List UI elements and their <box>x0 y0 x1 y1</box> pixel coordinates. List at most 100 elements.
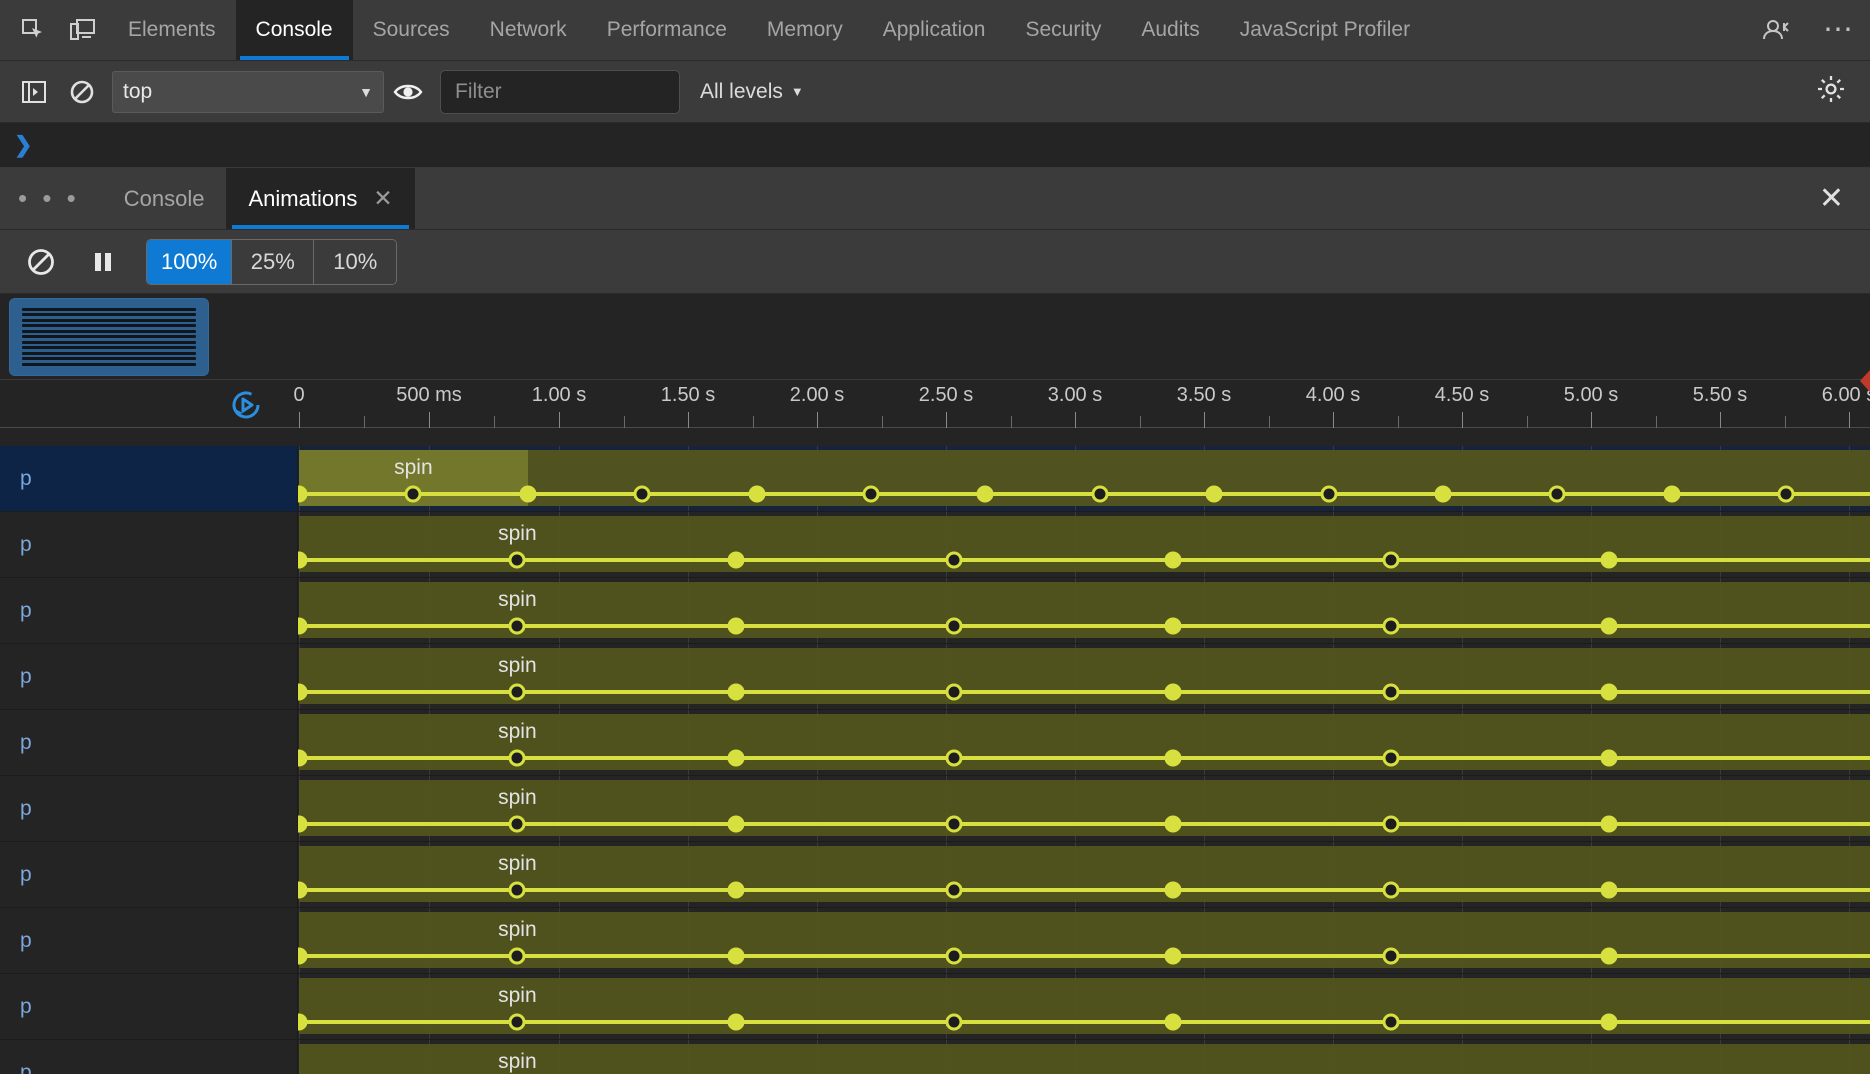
tab-audits[interactable]: Audits <box>1121 0 1219 60</box>
keyframe-dot[interactable] <box>404 485 422 503</box>
keyframe-dot[interactable] <box>1663 485 1681 503</box>
filter-input[interactable]: Filter <box>440 69 680 114</box>
speed-10-button[interactable]: 10% <box>314 239 397 284</box>
keyframe-dot[interactable] <box>945 551 963 569</box>
animation-track[interactable]: spin <box>298 842 1870 907</box>
keyframe-dot[interactable] <box>508 551 526 569</box>
keyframe-dot[interactable] <box>508 617 526 635</box>
keyframe-dot[interactable] <box>508 947 526 965</box>
clear-animations-icon[interactable] <box>10 236 72 288</box>
keyframe-dot[interactable] <box>1600 551 1618 569</box>
animation-track[interactable]: spin <box>298 578 1870 643</box>
keyframe-dot[interactable] <box>1164 815 1182 833</box>
pause-icon[interactable] <box>72 236 134 288</box>
animation-track[interactable]: spin <box>298 512 1870 577</box>
user-account-icon[interactable] <box>1746 18 1808 42</box>
animation-row[interactable]: p spin <box>0 644 1870 710</box>
keyframe-dot[interactable] <box>1382 881 1400 899</box>
keyframe-dot[interactable] <box>945 683 963 701</box>
keyframe-dot[interactable] <box>727 881 745 899</box>
close-icon[interactable]: ✕ <box>373 185 392 212</box>
keyframe-dot[interactable] <box>1164 881 1182 899</box>
tab-javascript-profiler[interactable]: JavaScript Profiler <box>1220 0 1430 60</box>
keyframe-dot[interactable] <box>1600 1013 1618 1031</box>
animation-node-label[interactable]: p <box>0 974 298 1039</box>
keyframe-dot[interactable] <box>1164 1013 1182 1031</box>
keyframe-dot[interactable] <box>1164 749 1182 767</box>
keyframe-dot[interactable] <box>727 683 745 701</box>
tab-console[interactable]: Console <box>235 0 353 60</box>
keyframe-dot[interactable] <box>1164 551 1182 569</box>
tab-network[interactable]: Network <box>470 0 587 60</box>
live-expression-icon[interactable] <box>384 68 432 116</box>
animation-row[interactable]: p spin <box>0 446 1870 512</box>
keyframe-dot[interactable] <box>1164 947 1182 965</box>
keyframe-dot[interactable] <box>727 617 745 635</box>
device-toolbar-icon[interactable] <box>58 0 108 60</box>
keyframe-dot[interactable] <box>945 749 963 767</box>
animation-track[interactable]: spin <box>298 1040 1870 1074</box>
keyframe-dot[interactable] <box>1600 881 1618 899</box>
speed-25-button[interactable]: 25% <box>232 239 315 284</box>
tab-security[interactable]: Security <box>1005 0 1121 60</box>
animation-node-label[interactable]: p <box>0 710 298 775</box>
keyframe-dot[interactable] <box>945 881 963 899</box>
animation-row[interactable]: p spin <box>0 1040 1870 1074</box>
keyframe-dot[interactable] <box>727 947 745 965</box>
keyframe-dot[interactable] <box>1205 485 1223 503</box>
timeline-ruler[interactable]: 0 500 ms 1.00 s 1.50 s 2.00 s 2.50 s 3.00 s 3.5… <box>0 380 1870 428</box>
close-drawer-button[interactable]: ✕ <box>1793 168 1870 229</box>
keyframe-dot[interactable] <box>1777 485 1795 503</box>
tab-application[interactable]: Application <box>863 0 1006 60</box>
animation-group-preview[interactable] <box>10 298 208 375</box>
animation-track[interactable]: spin <box>298 446 1870 511</box>
clear-console-icon[interactable] <box>58 68 106 116</box>
keyframe-dot[interactable] <box>633 485 651 503</box>
animation-track[interactable]: spin <box>298 908 1870 973</box>
keyframe-dot[interactable] <box>508 881 526 899</box>
keyframe-dot[interactable] <box>508 749 526 767</box>
keyframe-dot[interactable] <box>508 1013 526 1031</box>
keyframe-dot[interactable] <box>1548 485 1566 503</box>
keyframe-dot[interactable] <box>1382 815 1400 833</box>
animation-row[interactable]: p spin <box>0 578 1870 644</box>
animation-node-label[interactable]: p <box>0 908 298 973</box>
keyframe-dot[interactable] <box>1600 947 1618 965</box>
drawer-tab-animations[interactable]: Animations ✕ <box>226 168 415 229</box>
drawer-tab-console[interactable]: Console <box>102 168 227 229</box>
console-prompt[interactable]: ❯ <box>0 123 1870 168</box>
animation-track[interactable]: spin <box>298 974 1870 1039</box>
console-sidebar-icon[interactable] <box>10 68 58 116</box>
keyframe-dot[interactable] <box>945 815 963 833</box>
keyframe-dot[interactable] <box>1382 749 1400 767</box>
animation-node-label[interactable]: p <box>0 1040 298 1074</box>
animation-row[interactable]: p spin <box>0 908 1870 974</box>
animation-track[interactable]: spin <box>298 644 1870 709</box>
keyframe-dot[interactable] <box>1600 683 1618 701</box>
tab-sources[interactable]: Sources <box>353 0 470 60</box>
execution-context-select[interactable]: top ▼ <box>112 70 384 113</box>
keyframe-dot[interactable] <box>1382 617 1400 635</box>
animation-row[interactable]: p spin <box>0 710 1870 776</box>
keyframe-dot[interactable] <box>508 683 526 701</box>
keyframe-dot[interactable] <box>945 617 963 635</box>
more-options-icon[interactable]: ⋯ <box>1808 15 1870 45</box>
keyframe-dot[interactable] <box>727 815 745 833</box>
keyframe-dot[interactable] <box>1382 947 1400 965</box>
keyframe-dot[interactable] <box>727 551 745 569</box>
keyframe-dot[interactable] <box>1091 485 1109 503</box>
animation-row[interactable]: p spin <box>0 776 1870 842</box>
gear-icon[interactable] <box>1816 74 1846 109</box>
keyframe-dot[interactable] <box>508 815 526 833</box>
animation-node-label[interactable]: p <box>0 578 298 643</box>
keyframe-dot[interactable] <box>1434 485 1452 503</box>
tab-memory[interactable]: Memory <box>747 0 863 60</box>
drawer-more-tabs-button[interactable]: • • • <box>0 168 102 229</box>
keyframe-dot[interactable] <box>976 485 994 503</box>
keyframe-dot[interactable] <box>1320 485 1338 503</box>
animation-node-label[interactable]: p <box>0 512 298 577</box>
keyframe-dot[interactable] <box>727 1013 745 1031</box>
keyframe-dot[interactable] <box>519 485 537 503</box>
keyframe-dot[interactable] <box>748 485 766 503</box>
animation-row[interactable]: p spin <box>0 974 1870 1040</box>
